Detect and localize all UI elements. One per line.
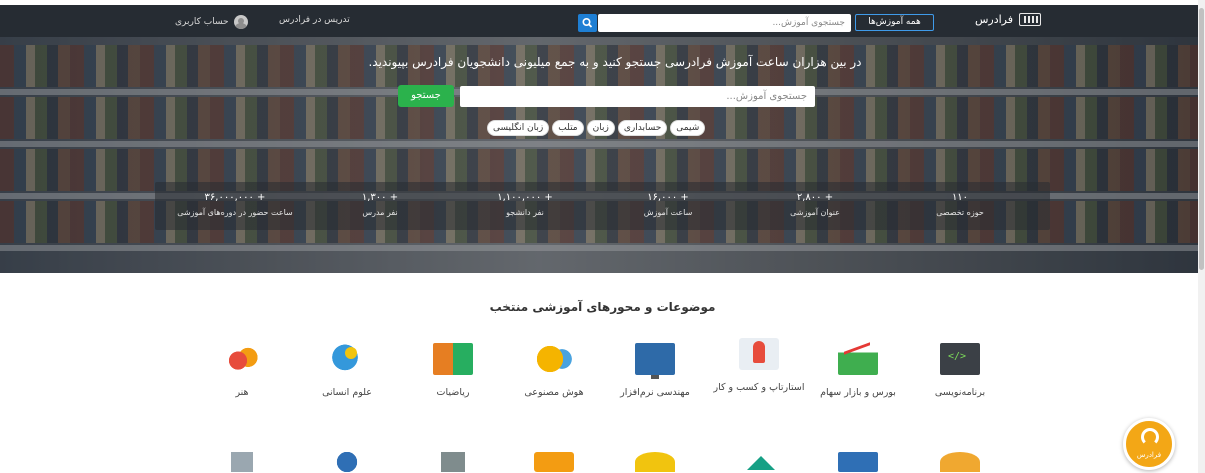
stat-value: + ۱,۳۰۰	[361, 192, 399, 203]
stat-label: نفر دانشجو	[506, 208, 544, 217]
stat-item: + ۱,۳۰۰ نفر مدرس	[310, 192, 450, 217]
worker-helmet-icon	[635, 452, 675, 472]
search-icon	[582, 18, 593, 28]
stat-label: عنوان آموزشی	[790, 208, 840, 217]
account-menu[interactable]: حساب کاربری	[175, 15, 248, 29]
topic-programming[interactable]: برنامه‌نویسی	[914, 343, 1006, 399]
tag-language[interactable]: زبان	[586, 120, 615, 136]
matlab-icon	[739, 452, 779, 472]
topic-label: برنامه‌نویسی	[934, 387, 986, 398]
stat-label: حوزه تخصصی	[936, 208, 984, 217]
scroll-thumb[interactable]	[1199, 8, 1204, 270]
hero-headline: در بین هزاران ساعت آموزش فرادرسی جستجو ک…	[368, 55, 862, 69]
page-scrollbar[interactable]	[1198, 0, 1205, 473]
topic-humanities[interactable]: علوم انسانی	[301, 343, 393, 399]
support-chat-button[interactable]: فرادرس	[1123, 418, 1175, 470]
account-label: حساب کاربری	[175, 17, 229, 27]
topic-label: استارتاپ و کسب و کار	[713, 382, 805, 393]
topic-label: مهندسی نرم‌افزار	[620, 387, 690, 398]
stats-bar: ۱۱۰ حوزه تخصصی + ۲,۸۰۰ عنوان آموزشی + ۱۶…	[155, 182, 1050, 230]
calculator-icon	[433, 343, 473, 375]
stat-value: ۱۱۰	[951, 192, 969, 203]
topic-label: بورس و بازار سهام	[820, 387, 896, 398]
stat-value: + ۱۶,۰۰۰	[647, 192, 689, 203]
tag-english[interactable]: زبان انگلیسی	[487, 120, 550, 136]
all-courses-button[interactable]: همه آموزش‌ها	[855, 14, 934, 31]
topic-row2-item[interactable]	[914, 452, 1006, 472]
topic-art[interactable]: هنر	[196, 343, 288, 399]
tag-chemistry[interactable]: شیمی	[670, 120, 706, 136]
support-label: فرادرس	[1136, 451, 1162, 459]
power-tower-icon	[441, 452, 465, 472]
monitor-icon	[635, 343, 675, 379]
avatar-icon	[233, 15, 248, 29]
stat-value: + ۲,۸۰۰	[796, 192, 834, 203]
hero-overlay	[0, 37, 1198, 273]
hero-section: در بین هزاران ساعت آموزش فرادرسی جستجو ک…	[0, 37, 1198, 273]
stat-label: نفر مدرس	[362, 208, 398, 217]
brand[interactable]: فرادرس	[975, 13, 1041, 26]
gear-icon	[327, 452, 367, 472]
art-masks-icon	[222, 343, 262, 375]
topic-math[interactable]: ریاضیات	[407, 343, 499, 399]
rocket-icon	[739, 338, 779, 370]
topic-row2-item[interactable]	[609, 452, 701, 472]
topic-row2-item[interactable]	[301, 452, 393, 472]
top-navbar: فرادرس همه آموزش‌ها جستجوی آموزش... تدری…	[0, 5, 1198, 37]
stat-item: + ۳۶,۰۰۰,۰۰۰ ساعت حضور در دوره‌های آموزش…	[155, 192, 315, 217]
topic-row2-item[interactable]	[407, 452, 499, 472]
topic-label: علوم انسانی	[322, 387, 372, 398]
tag-accounting[interactable]: حسابداری	[617, 120, 668, 136]
document-icon	[231, 452, 253, 472]
stat-label: ساعت آموزش	[643, 208, 693, 217]
topic-row2-item[interactable]	[196, 452, 288, 472]
topic-label: ریاضیات	[436, 387, 470, 398]
top-search-input[interactable]: جستجوی آموزش...	[598, 14, 851, 32]
code-icon	[940, 343, 980, 375]
topic-stock-market[interactable]: بورس و بازار سهام	[812, 343, 904, 399]
topic-software-engineering[interactable]: مهندسی نرم‌افزار	[609, 343, 701, 399]
analytics-icon	[838, 452, 878, 472]
topic-ai[interactable]: هوش مصنوعی	[508, 343, 600, 399]
stat-label: ساعت حضور در دوره‌های آموزشی	[177, 208, 293, 217]
stat-item: + ۲,۸۰۰ عنوان آموزشی	[745, 192, 885, 217]
stock-chart-icon	[838, 343, 878, 375]
head-idea-icon	[327, 343, 367, 375]
topic-row2-item[interactable]	[508, 452, 600, 472]
hero-search-input[interactable]: جستجوی آموزش...	[460, 86, 815, 107]
books-logo-icon	[1019, 13, 1041, 26]
tag-matlab[interactable]: متلب	[552, 120, 584, 136]
teach-link[interactable]: تدریس در فرادرس	[279, 15, 350, 25]
headset-icon	[1141, 428, 1159, 446]
topics-title: موضوعات و محورهای آموزشی منتخب	[489, 300, 716, 314]
brain-icon	[534, 343, 574, 375]
stat-item: + ۱۶,۰۰۰ ساعت آموزش	[598, 192, 738, 217]
photo-icon	[534, 452, 574, 472]
stat-value: + ۱,۱۰۰,۰۰۰	[497, 192, 553, 203]
topic-label: هوش مصنوعی	[524, 387, 584, 398]
top-search-button[interactable]	[578, 14, 597, 32]
stat-item: ۱۱۰ حوزه تخصصی	[890, 192, 1030, 217]
popular-tags: شیمی حسابداری زبان متلب زبان انگلیسی	[487, 120, 706, 136]
engineer-icon	[940, 452, 980, 472]
topic-startup[interactable]: استارتاپ و کسب و کار	[713, 338, 805, 394]
hero-search-button[interactable]: جستجو	[398, 85, 454, 107]
topic-label: هنر	[235, 387, 249, 398]
brand-name: فرادرس	[974, 13, 1013, 26]
topic-row2-item[interactable]	[812, 452, 904, 472]
stat-item: + ۱,۱۰۰,۰۰۰ نفر دانشجو	[455, 192, 595, 217]
stat-value: + ۳۶,۰۰۰,۰۰۰	[204, 192, 266, 203]
topic-row2-item[interactable]	[713, 452, 805, 472]
